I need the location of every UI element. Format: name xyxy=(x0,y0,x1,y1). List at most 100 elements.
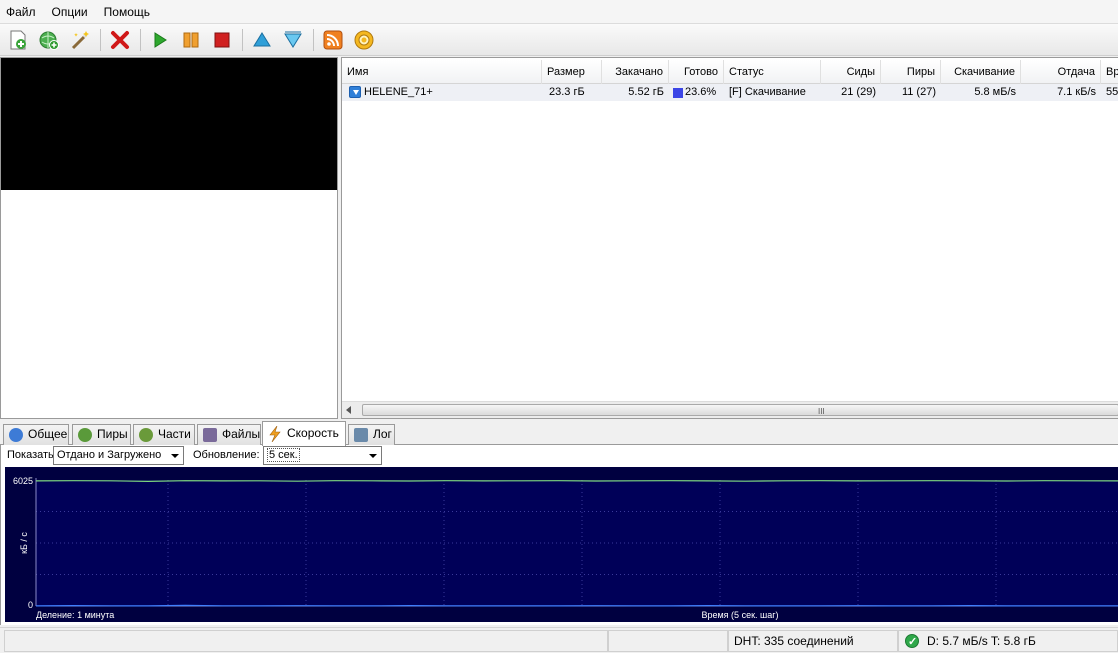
show-label: Показать: xyxy=(7,449,57,461)
create-torrent-button[interactable] xyxy=(67,27,93,53)
show-select-value: Отдано и Загружено xyxy=(57,449,162,461)
detail-tabs: Общее Пиры Части Файлы Скорость Лог xyxy=(0,421,1118,446)
tab-label: Общее xyxy=(28,427,68,441)
torrent-name: HELENE_71+ xyxy=(364,86,433,98)
move-down-button[interactable] xyxy=(280,27,306,53)
add-url-icon xyxy=(39,31,59,50)
tab-label: Пиры xyxy=(97,427,128,441)
update-label: Обновление: xyxy=(193,449,260,461)
torrent-time: 55 xyxy=(1106,86,1118,98)
column-header-peers[interactable]: Пиры xyxy=(881,60,941,84)
add-torrent-icon xyxy=(10,30,26,49)
y-axis-label: кБ / с xyxy=(19,532,29,554)
torrent-status: [F] Скачивание xyxy=(729,86,806,98)
menu-bar: Файл Опции Помощь xyxy=(0,0,1118,24)
torrent-list[interactable]: Имя Размер Закачано Готово Статус Сиды П… xyxy=(341,57,1118,419)
connection-ok-icon xyxy=(905,632,919,652)
torrent-size: 23.3 гБ xyxy=(549,86,585,98)
column-header-status[interactable]: Статус xyxy=(724,60,821,84)
column-header-time[interactable]: Вр xyxy=(1101,60,1118,84)
division-label: Деление: 1 минута xyxy=(36,610,114,620)
show-select[interactable]: Отдано и Загружено xyxy=(53,446,184,465)
horizontal-scrollbar[interactable]: III xyxy=(342,401,1118,418)
start-button[interactable] xyxy=(147,27,173,53)
info-icon xyxy=(9,428,23,442)
toolbar-separator xyxy=(242,28,243,51)
scrollbar-grip: III xyxy=(818,407,825,416)
column-header-download-speed[interactable]: Скачивание xyxy=(941,60,1021,84)
x-axis-label: Время (5 сек. шаг) xyxy=(701,610,778,620)
menu-options[interactable]: Опции xyxy=(52,3,88,21)
column-header-upload-speed[interactable]: Отдача xyxy=(1021,60,1101,84)
list-header: Имя Размер Закачано Готово Статус Сиды П… xyxy=(342,60,1118,84)
speed-icon xyxy=(268,425,282,443)
move-up-button[interactable] xyxy=(249,27,275,53)
column-header-downloaded[interactable]: Закачано xyxy=(602,60,669,84)
table-row[interactable]: HELENE_71+ 23.3 гБ 5.52 гБ 23.6% [F] Ска… xyxy=(342,84,1118,101)
pause-icon xyxy=(183,32,199,47)
settings-button[interactable] xyxy=(351,27,377,53)
column-header-seeds[interactable]: Сиды xyxy=(821,60,881,84)
column-header-name[interactable]: Имя xyxy=(342,60,542,84)
tab-label: Файлы xyxy=(222,427,261,441)
pieces-icon xyxy=(139,428,153,442)
log-icon xyxy=(354,428,368,442)
tab-general[interactable]: Общее xyxy=(3,424,69,445)
speed-chart-svg: 6025 0 кБ / с Деление: 1 минута Время (5 сек… xyxy=(13,476,1118,620)
tab-files[interactable]: Файлы xyxy=(197,424,261,445)
add-url-button[interactable] xyxy=(36,27,62,53)
speed-chart: 6025 0 кБ / с Деление: 1 минута Время (5 сек… xyxy=(5,467,1118,622)
menu-file[interactable]: Файл xyxy=(6,3,36,21)
tab-label: Лог xyxy=(373,427,392,441)
y-tick-label: 0 xyxy=(28,600,33,610)
scrollbar-thumb[interactable]: III xyxy=(362,404,1118,416)
peers-icon xyxy=(78,428,92,442)
move-down-icon xyxy=(284,31,302,48)
torrent-progress: 23.6% xyxy=(669,84,724,101)
tab-label: Скорость xyxy=(287,426,339,440)
preview-image xyxy=(1,58,337,190)
settings-icon xyxy=(354,30,374,49)
remove-icon xyxy=(111,30,129,49)
torrent-upload-speed: 7.1 кБ/s xyxy=(1057,86,1096,98)
progress-text: 23.6% xyxy=(685,86,717,98)
stop-button[interactable] xyxy=(209,27,235,53)
status-empty xyxy=(4,630,608,652)
tab-pieces[interactable]: Части xyxy=(133,424,195,445)
column-header-done[interactable]: Готово xyxy=(669,60,724,84)
chevron-down-icon xyxy=(171,454,179,458)
status-bar: DHT: 335 соединений D: 5.7 мБ/s T: 5.8 г… xyxy=(0,627,1118,653)
torrent-seeds: 21 (29) xyxy=(841,86,876,98)
menu-help[interactable]: Помощь xyxy=(104,3,150,21)
rss-icon xyxy=(323,30,343,49)
torrent-peers: 11 (27) xyxy=(901,86,936,98)
preview-panel xyxy=(0,57,338,419)
stop-icon xyxy=(214,32,230,47)
torrent-downloaded: 5.52 гБ xyxy=(628,86,664,98)
status-empty-2 xyxy=(608,630,728,652)
add-torrent-button[interactable] xyxy=(5,27,31,53)
tab-log[interactable]: Лог xyxy=(348,424,395,445)
rss-button[interactable] xyxy=(320,27,346,53)
speed-options: Показать: Отдано и Загружено Обновление:… xyxy=(1,445,1118,467)
tab-label: Части xyxy=(158,427,191,441)
files-icon xyxy=(203,428,217,442)
torrent-download-speed: 5.8 мБ/s xyxy=(974,86,1016,98)
start-icon xyxy=(154,31,167,48)
scroll-left-arrow-icon[interactable] xyxy=(346,406,351,414)
dht-status: DHT: 335 соединений xyxy=(728,630,898,652)
toolbar-separator xyxy=(313,28,314,51)
update-select-value: 5 сек. xyxy=(267,448,300,462)
update-select[interactable]: 5 сек. xyxy=(263,446,382,465)
chevron-down-icon xyxy=(369,454,377,458)
speed-panel: Показать: Отдано и Загружено Обновление:… xyxy=(0,445,1118,625)
column-header-size[interactable]: Размер xyxy=(542,60,602,84)
tab-peers[interactable]: Пиры xyxy=(72,424,131,445)
create-torrent-icon xyxy=(71,30,89,49)
series-line-1 xyxy=(35,604,1118,607)
pause-button[interactable] xyxy=(178,27,204,53)
tab-speed[interactable]: Скорость xyxy=(262,421,346,446)
remove-button[interactable] xyxy=(107,27,133,53)
toolbar-separator xyxy=(140,28,141,51)
move-up-icon xyxy=(253,31,271,46)
